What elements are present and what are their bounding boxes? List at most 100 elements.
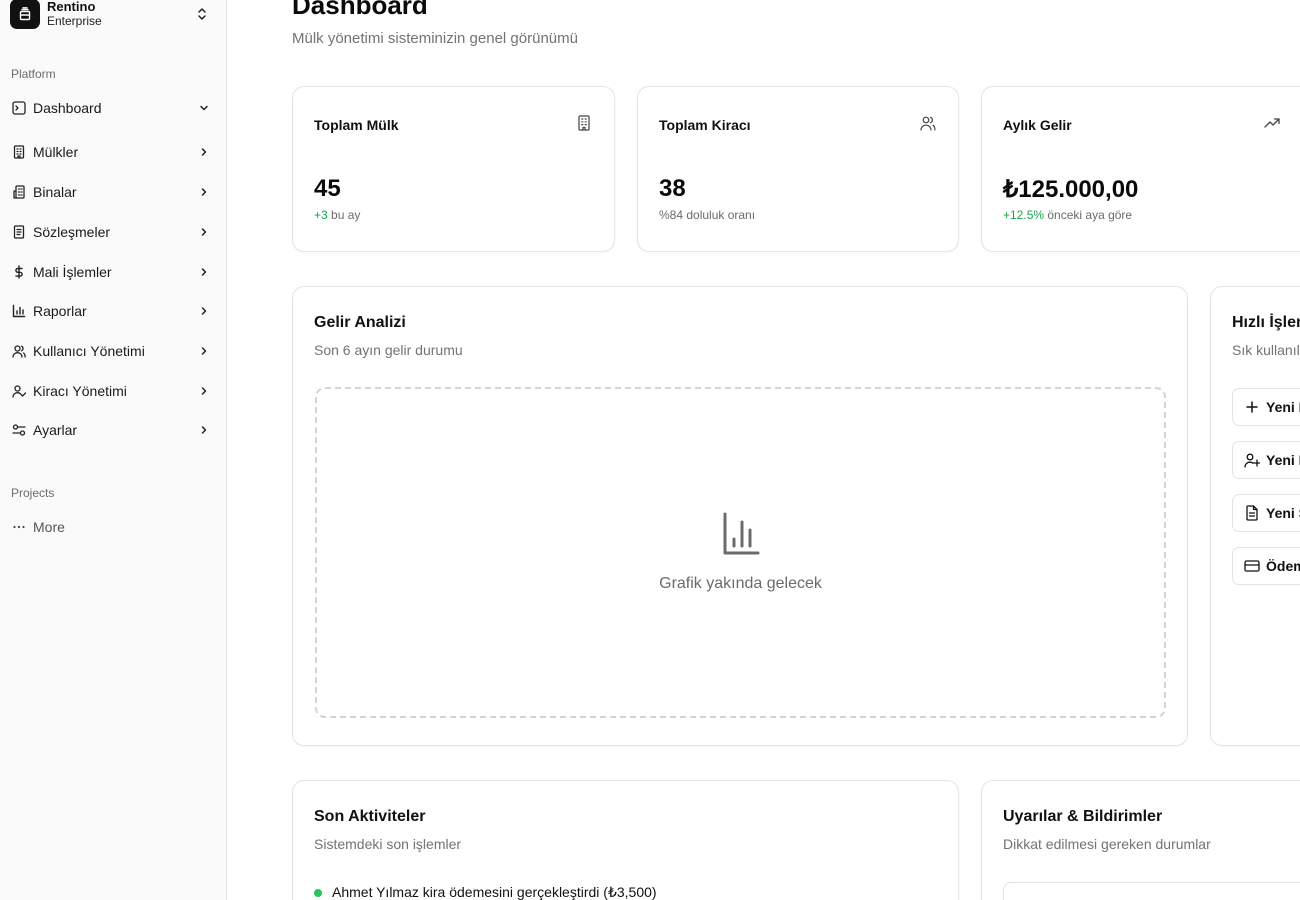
button-label: Ödem (1266, 558, 1300, 574)
team-switcher[interactable]: Rentino Enterprise (10, 0, 216, 36)
button-label: Yeni K (1266, 452, 1300, 468)
trending-up-icon (1264, 115, 1280, 131)
sidebar-item-label: More (33, 519, 65, 535)
section-subtitle: Son 6 ayın gelir durumu (314, 342, 463, 358)
stat-title: Toplam Mülk (314, 117, 399, 133)
user-plus-icon (1244, 452, 1260, 468)
revenue-analysis-card: Gelir Analizi Son 6 ayın gelir durumu Gr… (292, 286, 1188, 746)
dashboard-icon (11, 100, 27, 116)
stat-note: +3 bu ay (314, 208, 360, 222)
stat-title: Toplam Kiracı (659, 117, 751, 133)
stat-card-monthly-income: Aylık Gelir ₺125.000,00 +12.5% önceki ay… (981, 86, 1300, 252)
activity-text: Ahmet Yılmaz kira ödemesini gerçekleştir… (332, 884, 657, 900)
chevron-right-icon (196, 343, 212, 359)
sidebar-item-label: Sözleşmeler (33, 224, 111, 240)
section-subtitle: Sık kullanılar (1232, 342, 1300, 358)
stat-card-total-tenants: Toplam Kiracı 38 %84 doluluk oranı (637, 86, 959, 252)
sidebar-item-label: Mülkler (33, 144, 79, 160)
section-title: Gelir Analizi (314, 314, 406, 331)
file-text-icon (1244, 505, 1260, 521)
building-icon (576, 115, 592, 131)
activity-item: Ahmet Yılmaz kira ödemesini gerçekleştir… (314, 884, 657, 900)
sidebar-item-label: Dashboard (33, 100, 102, 116)
chevron-right-icon (196, 383, 212, 399)
chevron-right-icon (196, 303, 212, 319)
more-horizontal-icon (11, 519, 27, 535)
sidebar-item-binalar[interactable]: Binalar (6, 176, 218, 208)
sidebar-item-sozlesmeler[interactable]: Sözleşmeler (6, 216, 218, 248)
sidebar-item-dashboard[interactable]: Dashboard (6, 92, 218, 124)
stat-note-text: bu ay (327, 208, 361, 222)
stat-note: %84 doluluk oranı (659, 208, 755, 222)
stat-value: 45 (314, 175, 341, 202)
plus-icon (1244, 399, 1260, 415)
sidebar-item-kiraci-yonetimi[interactable]: Kiracı Yönetimi (6, 375, 218, 407)
bar-chart-icon (721, 511, 761, 557)
sidebar-item-label: Binalar (33, 184, 77, 200)
new-tenant-button[interactable]: Yeni K (1232, 441, 1300, 479)
stat-note: +12.5% önceki aya göre (1003, 208, 1132, 222)
sidebar-item-mulkler[interactable]: Mülkler (6, 136, 218, 168)
users-icon (11, 343, 27, 359)
chevrons-up-down-icon[interactable] (194, 4, 210, 24)
alerts-card: Uyarılar & Bildirimler Dikkat edilmesi g… (981, 780, 1300, 900)
chart-placeholder: Grafik yakında gelecek (315, 387, 1166, 718)
section-title: Son Aktiviteler (314, 808, 426, 825)
new-property-button[interactable]: Yeni M (1232, 388, 1300, 426)
new-contract-button[interactable]: Yeni S (1232, 494, 1300, 532)
dollar-icon (11, 264, 27, 280)
stat-value: 38 (659, 175, 686, 202)
bar-chart-icon (11, 303, 27, 319)
settings-icon (11, 422, 27, 438)
section-title: Hızlı İşlem (1232, 314, 1300, 331)
credit-card-icon (1244, 558, 1260, 574)
sidebar-item-label: Kullanıcı Yönetimi (33, 343, 145, 359)
quick-actions-card: Hızlı İşlem Sık kullanılar Yeni M Yeni K… (1210, 286, 1300, 746)
stat-note-text: %84 doluluk oranı (659, 208, 756, 222)
payment-button[interactable]: Ödem (1232, 547, 1300, 585)
chevron-down-icon (196, 100, 212, 116)
stat-card-total-properties: Toplam Mülk 45 +3 bu ay (292, 86, 615, 252)
section-title: Uyarılar & Bildirimler (1003, 808, 1163, 825)
section-subtitle: Sistemdeki son işlemler (314, 836, 462, 852)
buildings-icon (11, 184, 27, 200)
document-icon (11, 224, 27, 240)
team-plan: Enterprise (47, 14, 102, 28)
stat-note-text: önceki aya göre (1044, 208, 1133, 222)
chevron-right-icon (196, 144, 212, 160)
status-dot (314, 888, 322, 897)
stat-note-change: +3 (314, 208, 328, 222)
button-label: Yeni S (1266, 505, 1300, 521)
sidebar-item-kullanici-yonetimi[interactable]: Kullanıcı Yönetimi (6, 335, 218, 367)
building-icon (11, 144, 27, 160)
sidebar-item-raporlar[interactable]: Raporlar (6, 295, 218, 327)
chevron-right-icon (196, 264, 212, 280)
sidebar-item-mali-islemler[interactable]: Mali İşlemler (6, 256, 218, 288)
sidebar-item-label: Mali İşlemler (33, 264, 112, 280)
sidebar-item-more[interactable]: More (6, 511, 218, 543)
page-subtitle: Mülk yönetimi sisteminizin genel görünüm… (292, 30, 578, 47)
stat-title: Aylık Gelir (1003, 117, 1072, 133)
stat-note-change: +12.5% (1003, 208, 1045, 222)
group-label-projects: Projects (11, 486, 55, 500)
recent-activities-card: Son Aktiviteler Sistemdeki son işlemler … (292, 780, 959, 900)
group-label-platform: Platform (11, 67, 56, 81)
button-label: Yeni M (1266, 399, 1300, 415)
section-subtitle: Dikkat edilmesi gereken durumlar (1003, 836, 1211, 852)
sidebar-item-ayarlar[interactable]: Ayarlar (6, 414, 218, 446)
users-icon (920, 115, 936, 131)
alert-item (1003, 882, 1300, 900)
chevron-right-icon (196, 224, 212, 240)
chevron-right-icon (196, 184, 212, 200)
chevron-right-icon (196, 422, 212, 438)
sidebar-item-label: Ayarlar (33, 422, 78, 438)
chart-placeholder-text: Grafik yakında gelecek (659, 575, 822, 592)
sidebar-item-label: Raporlar (33, 303, 87, 319)
page-title: Dashboard (292, 0, 428, 20)
stat-value: ₺125.000,00 (1003, 176, 1139, 203)
sidebar-item-label: Kiracı Yönetimi (33, 383, 127, 399)
sidebar: Rentino Enterprise Platform Dashboard Mü (0, 0, 227, 900)
team-name: Rentino (47, 0, 96, 14)
team-logo-icon (10, 0, 40, 29)
user-check-icon (11, 383, 27, 399)
